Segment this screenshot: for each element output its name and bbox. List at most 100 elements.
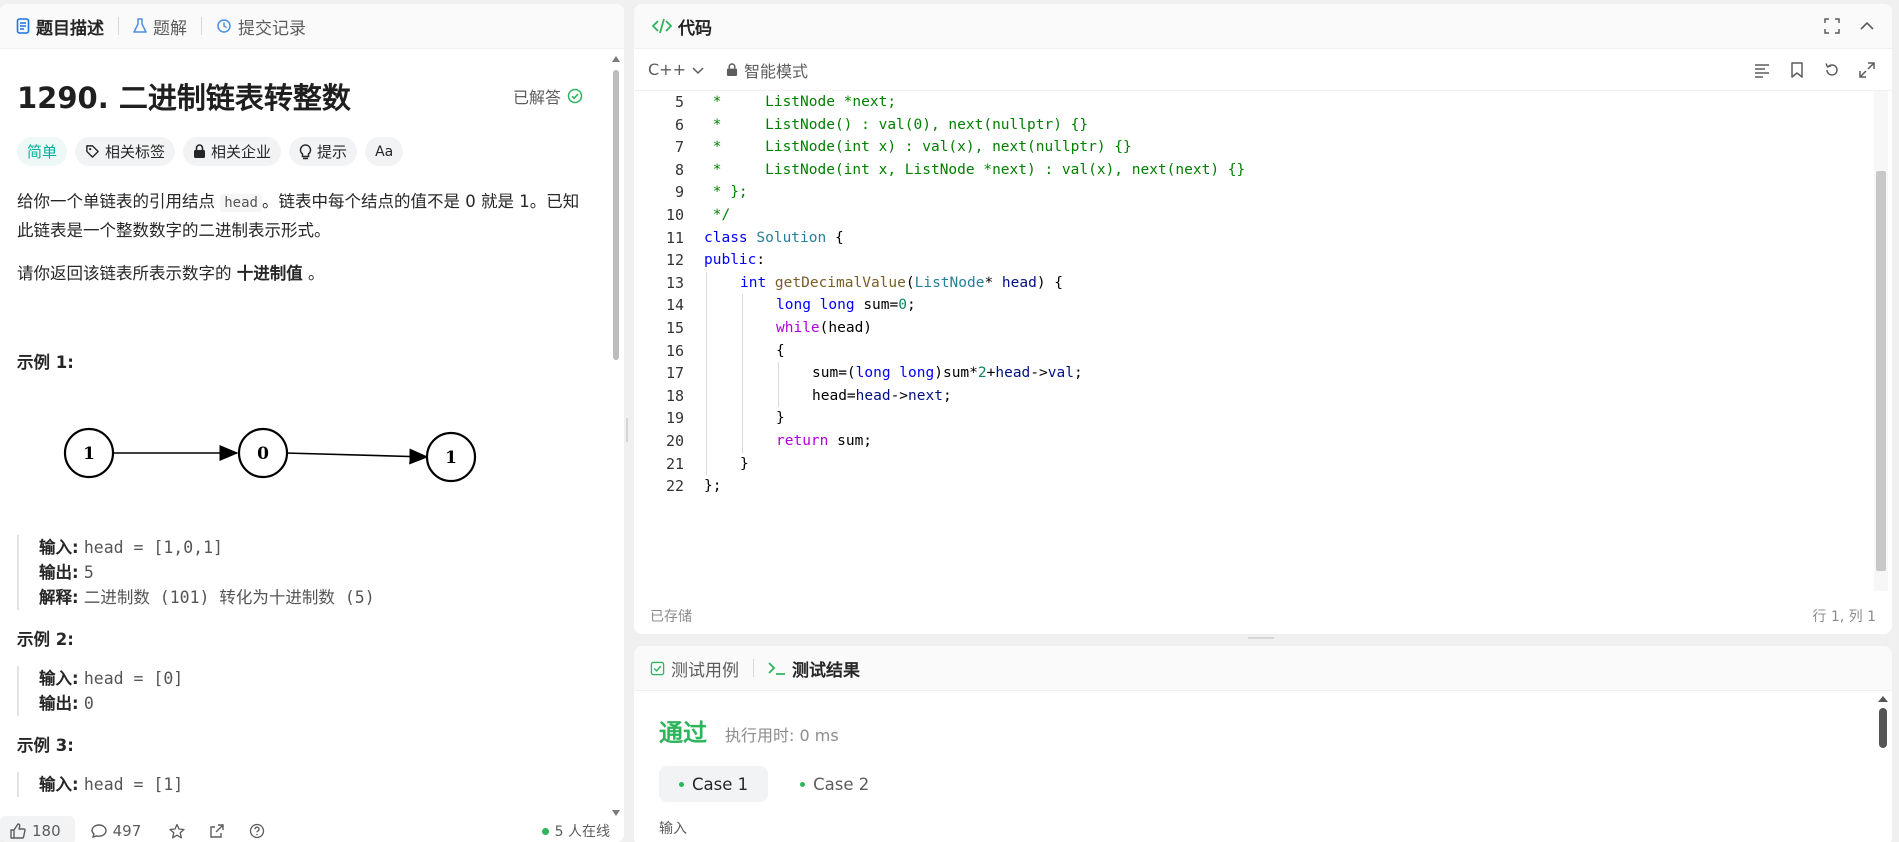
related-tags-button[interactable]: 相关标签 bbox=[75, 137, 176, 166]
indent-guide bbox=[778, 384, 779, 408]
line-number: 20 bbox=[665, 431, 684, 450]
format-button[interactable] bbox=[1751, 59, 1773, 81]
smart-mode-toggle[interactable]: 智能模式 bbox=[726, 58, 808, 82]
diagram-node-label: 0 bbox=[257, 444, 269, 464]
problem-content: 1290. 二进制链表转整数 已解答 简单 相关标签 相关企业 提示 Aa 给你… bbox=[0, 49, 610, 817]
difficulty-badge: 简单 bbox=[17, 137, 68, 166]
editor-scrollbar[interactable] bbox=[1874, 91, 1888, 591]
hint-label: 提示 bbox=[317, 143, 348, 161]
code-header: 代码 bbox=[634, 4, 1892, 49]
code-text: { bbox=[684, 339, 785, 363]
related-tags-label: 相关标签 bbox=[105, 143, 166, 161]
bookmark-button[interactable] bbox=[1786, 59, 1808, 81]
code-text: * ListNode(int x, ListNode *next) : val(… bbox=[684, 159, 1246, 182]
case-2-label: Case 2 bbox=[813, 774, 870, 794]
code-token: )sum* bbox=[934, 365, 978, 382]
code-token: sum=( bbox=[812, 365, 856, 382]
diagram-node-label: 1 bbox=[83, 444, 95, 464]
description-paragraph: 请你返回该链表所表示数字的 十进制值 。 bbox=[17, 260, 593, 287]
vertical-splitter[interactable] bbox=[626, 418, 630, 442]
case-1-label: Case 1 bbox=[692, 774, 749, 794]
code-token: sum; bbox=[837, 432, 873, 449]
tab-testcases-label: 测试用例 bbox=[671, 660, 739, 681]
scrollbar-thumb[interactable] bbox=[613, 70, 619, 360]
line-number: 15 bbox=[665, 318, 684, 337]
scroll-up-icon bbox=[1878, 696, 1888, 702]
translate-button[interactable]: Aa bbox=[365, 137, 404, 166]
tab-testcases[interactable]: 测试用例 bbox=[646, 656, 743, 681]
cursor-position: 行 1, 列 1 bbox=[1812, 609, 1876, 625]
favorite-button[interactable] bbox=[169, 823, 185, 839]
code-token: head bbox=[995, 365, 1031, 382]
scroll-up-icon bbox=[612, 56, 620, 62]
share-button[interactable] bbox=[209, 823, 225, 839]
code-text: class Solution { bbox=[684, 227, 844, 250]
tab-test-result-label: 测试结果 bbox=[792, 660, 860, 681]
tab-solutions[interactable]: 题解 bbox=[129, 14, 191, 39]
test-scrollbar[interactable] bbox=[1878, 694, 1888, 842]
reset-button[interactable] bbox=[1821, 59, 1843, 81]
desc-bold: 十进制值 bbox=[236, 264, 303, 283]
code-editor[interactable]: 5 * ListNode *next; 6 * ListNode() : val(… bbox=[634, 91, 1874, 591]
test-panel: 测试用例 测试结果 通过 执行用时: 0 ms Case 1 Case 2 输入 bbox=[634, 646, 1892, 842]
case-2-tab[interactable]: Case 2 bbox=[780, 766, 889, 802]
example-2-block: 输入: head = [0] 输出: 0 bbox=[17, 666, 593, 716]
tab-submissions-label: 提交记录 bbox=[238, 18, 306, 39]
indent-guide bbox=[778, 362, 779, 385]
horizontal-splitter[interactable] bbox=[1248, 637, 1274, 640]
editor-scrollbar-thumb[interactable] bbox=[1876, 171, 1886, 571]
code-icon bbox=[652, 18, 672, 34]
check-circle-icon bbox=[567, 88, 583, 104]
line-number: 19 bbox=[665, 409, 684, 428]
problem-footer: 180 497 5 人在线 bbox=[0, 816, 624, 842]
example-output: 输出: 0 bbox=[39, 691, 593, 716]
lightbulb-icon bbox=[299, 143, 312, 159]
hint-button[interactable]: 提示 bbox=[289, 137, 358, 166]
example-explanation: 解释: 二进制数 (101) 转化为十进制数 (5) bbox=[39, 585, 593, 610]
like-button[interactable]: 180 bbox=[0, 816, 75, 842]
saved-status: 已存储 bbox=[650, 609, 692, 625]
code-token: ; bbox=[1073, 365, 1083, 382]
indent-guide bbox=[706, 339, 707, 363]
collapse-button[interactable] bbox=[1856, 15, 1878, 37]
line-number: 17 bbox=[665, 364, 684, 383]
code-text: while(head) bbox=[684, 316, 872, 340]
code-line: 20 return sum; bbox=[634, 429, 1874, 453]
code-line: 18 head=head->next; bbox=[634, 384, 1874, 408]
tab-test-result[interactable]: 测试结果 bbox=[764, 656, 864, 681]
problem-scrollbar[interactable] bbox=[612, 56, 620, 816]
diagram-arrow bbox=[284, 448, 429, 465]
case-1-tab[interactable]: Case 1 bbox=[659, 766, 769, 802]
line-number: 21 bbox=[665, 454, 684, 473]
indent-guide bbox=[706, 384, 707, 408]
tab-description[interactable]: 题目描述 bbox=[12, 14, 108, 39]
input-value: head = [1] bbox=[83, 775, 184, 794]
code-line: 10 */ bbox=[634, 204, 1874, 227]
code-token: public bbox=[704, 252, 757, 269]
input-label: 输入: bbox=[39, 775, 79, 794]
maximize-editor-button[interactable] bbox=[1856, 59, 1878, 81]
problem-title: 1290. 二进制链表转整数 bbox=[17, 81, 351, 115]
line-number: 9 bbox=[674, 183, 684, 202]
comments-button[interactable]: 497 bbox=[90, 822, 141, 840]
code-text: public: bbox=[684, 249, 765, 272]
code-token: 2 bbox=[977, 365, 987, 382]
tab-submissions[interactable]: 提交记录 bbox=[212, 14, 310, 39]
related-companies-button[interactable]: 相关企业 bbox=[183, 137, 282, 166]
left-tabbar: 题目描述 题解 提交记录 bbox=[0, 4, 624, 49]
tab-code[interactable]: 代码 bbox=[648, 14, 716, 39]
code-token: while bbox=[776, 319, 820, 336]
tab-divider bbox=[201, 17, 202, 35]
line-number: 10 bbox=[665, 205, 684, 224]
code-toolbar: C++ 智能模式 bbox=[634, 49, 1892, 91]
language-select[interactable]: C++ bbox=[648, 60, 704, 79]
code-token: Solution bbox=[756, 229, 827, 246]
help-button[interactable] bbox=[249, 823, 265, 839]
code-token: : bbox=[756, 252, 766, 269]
test-scrollbar-thumb[interactable] bbox=[1879, 708, 1887, 748]
indent-guide bbox=[706, 316, 707, 340]
fullscreen-button[interactable] bbox=[1821, 15, 1843, 37]
example-input: 输入: head = [1] bbox=[39, 772, 593, 797]
linked-list-diagram: 1 0 1 bbox=[63, 427, 477, 483]
expand-icon bbox=[1824, 18, 1840, 34]
